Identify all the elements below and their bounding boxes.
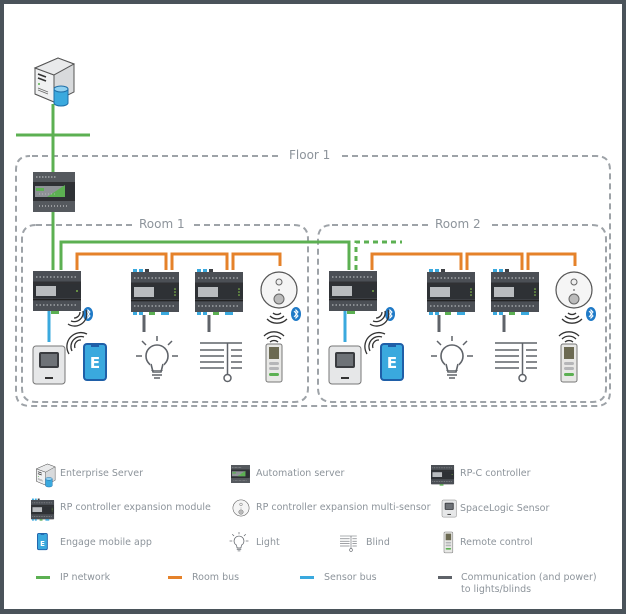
legend-label-blind: Blind	[366, 537, 390, 548]
wireless-waves-icon	[561, 312, 583, 324]
svg-text:E: E	[387, 354, 397, 372]
legend-swatch-sensor-bus	[300, 576, 314, 579]
enterprise-server-icon	[34, 57, 75, 107]
remote-control-room-1	[265, 343, 283, 383]
bluetooth-icon	[384, 306, 396, 322]
legend-label-automation-server: Automation server	[256, 468, 345, 479]
legend-label-room-bus: Room bus	[192, 572, 240, 583]
expansion-module-light-room-2	[427, 269, 475, 315]
legend-light-icon	[229, 531, 249, 552]
room-bus-lines	[75, 252, 577, 270]
legend-remote-control-icon	[443, 531, 454, 554]
spacelogic-sensor-room-2	[328, 345, 362, 385]
legend-swatch-comm-power	[438, 576, 452, 579]
legend-label-engage-app: Engage mobile app	[60, 537, 152, 548]
expansion-module-blind-room-1	[195, 269, 243, 315]
light-room-2	[430, 335, 474, 379]
legend-label-ip-network: IP network	[60, 572, 111, 583]
diagram-canvas: E E E Floor 1 Room 1 Room 2 Enterprise S…	[4, 4, 622, 609]
engage-app-room-2: E	[380, 343, 404, 381]
legend-label-enterprise-server: Enterprise Server	[60, 468, 144, 479]
legend-label-remote-control: Remote control	[460, 537, 533, 548]
legend-label-light: Light	[256, 537, 280, 548]
wireless-waves-icon	[558, 331, 580, 343]
legend-label-sensor-bus: Sensor bus	[324, 572, 377, 583]
legend-engage-app-icon: E	[37, 533, 48, 551]
svg-text:E: E	[40, 540, 45, 548]
room-2-label: Room 2	[432, 217, 484, 231]
legend-swatch-ip-network	[36, 576, 50, 579]
expansion-module-blind-room-2	[491, 269, 539, 315]
legend-multi-sensor-icon	[232, 499, 250, 517]
wireless-waves-icon	[266, 312, 288, 324]
expansion-module-light-room-1	[131, 269, 179, 315]
legend-label-expansion-module: RP controller expansion module	[60, 502, 211, 513]
legend-label-comm-power-line1: Communication (and power)	[461, 572, 597, 583]
remote-control-room-2	[560, 343, 578, 383]
rp-c-controller-room-1	[33, 271, 81, 314]
room-1-label: Room 1	[136, 217, 188, 231]
legend-label-comm-power-line2: to lights/blinds	[461, 584, 532, 595]
legend-swatch-room-bus	[168, 576, 182, 579]
legend-label-rp-c-controller: RP-C controller	[460, 468, 531, 479]
automation-server-icon	[32, 171, 76, 213]
legend-spacelogic-sensor-icon	[441, 499, 457, 518]
comm-power-lines	[142, 315, 506, 332]
multi-sensor-room-2	[555, 271, 593, 309]
spacelogic-sensor-room-1	[32, 345, 66, 385]
engage-app-room-1: E	[83, 343, 107, 381]
legend-automation-server-icon	[230, 464, 251, 484]
blind-room-2	[494, 342, 538, 383]
bluetooth-icon	[585, 306, 597, 322]
legend-blind-icon	[339, 535, 358, 552]
legend-expansion-module-icon	[31, 499, 54, 521]
light-room-1	[135, 335, 179, 379]
multi-sensor-room-1	[260, 271, 298, 309]
rp-c-controller-room-2	[329, 271, 377, 314]
legend-label-multi-sensor: RP controller expansion multi-sensor	[256, 502, 431, 513]
legend-enterprise-server-icon	[36, 463, 56, 488]
bluetooth-icon	[290, 306, 302, 322]
svg-text:E: E	[90, 354, 100, 372]
network-diagram: E E E	[15, 57, 611, 579]
blind-room-1	[199, 342, 243, 383]
bluetooth-icon	[82, 306, 94, 322]
floor-label: Floor 1	[286, 148, 334, 162]
wireless-waves-icon	[263, 331, 285, 343]
legend-rp-c-controller-icon	[431, 465, 454, 486]
legend-label-spacelogic-sensor: SpaceLogic Sensor	[460, 503, 550, 514]
